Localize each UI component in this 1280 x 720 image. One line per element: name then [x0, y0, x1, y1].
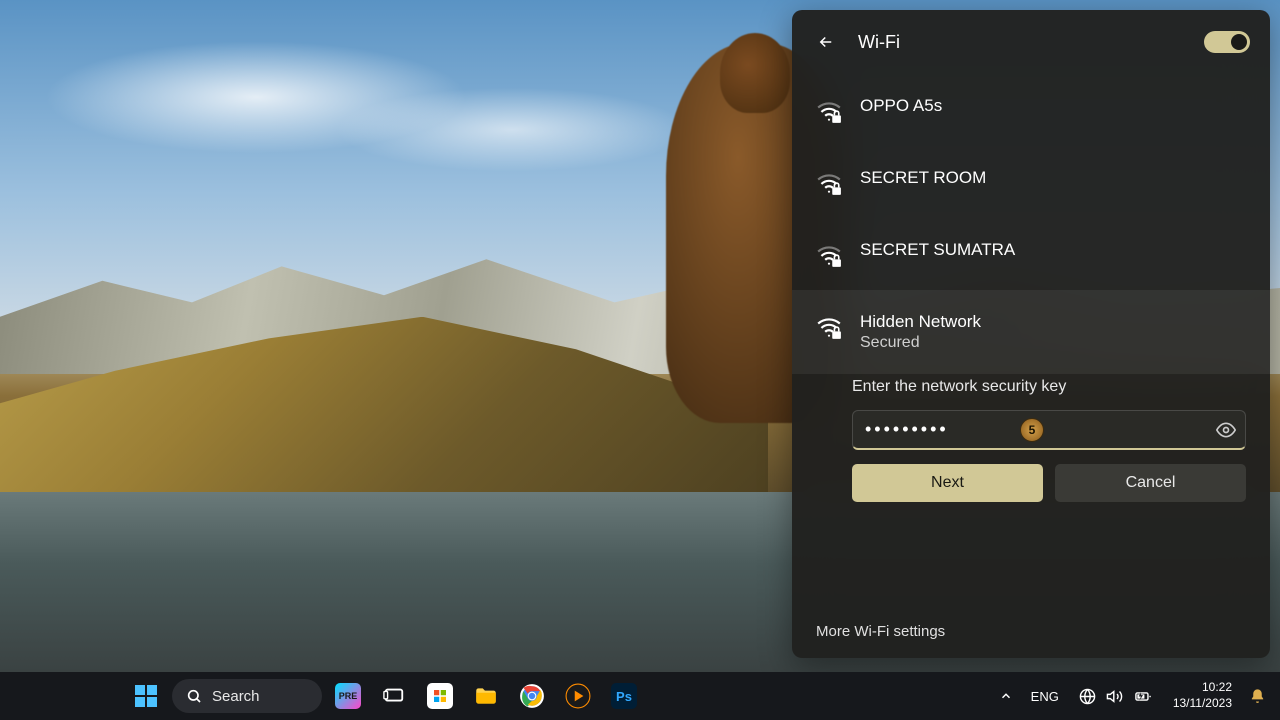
network-name: Hidden Network [860, 312, 981, 332]
taskview-icon [383, 685, 405, 707]
notifications-button[interactable] [1242, 676, 1272, 716]
taskbar-app-taskview[interactable] [374, 676, 414, 716]
next-button[interactable]: Next [852, 464, 1043, 502]
system-tray-group[interactable] [1069, 676, 1163, 716]
network-item[interactable]: OPPO A5s [792, 74, 1270, 146]
search-label: Search [212, 688, 260, 705]
back-button[interactable] [812, 28, 840, 56]
eye-icon [1216, 420, 1236, 440]
start-button[interactable] [126, 676, 166, 716]
taskbar: Search PRE Ps [0, 672, 1280, 720]
taskbar-app-media[interactable] [558, 676, 598, 716]
network-list: OPPO A5s SECRET ROOM SECRET SUMATRA [792, 74, 1270, 374]
taskbar-right: ENG 10:22 13/11/2023 [991, 676, 1272, 716]
taskbar-app-premiere[interactable]: PRE [328, 676, 368, 716]
folder-icon [473, 683, 499, 709]
password-input[interactable] [852, 410, 1246, 450]
wifi-title: Wi-Fi [858, 32, 1186, 53]
button-row: Next Cancel [852, 464, 1246, 502]
taskbar-app-chrome[interactable] [512, 676, 552, 716]
cancel-button[interactable]: Cancel [1055, 464, 1246, 502]
network-icon [1079, 688, 1096, 705]
play-icon [565, 683, 591, 709]
clock-date-text: 13/11/2023 [1173, 696, 1232, 712]
tray-overflow-button[interactable] [991, 676, 1021, 716]
search-button[interactable]: Search [172, 679, 322, 713]
chrome-icon [519, 683, 545, 709]
bell-icon [1249, 688, 1266, 705]
taskbar-app-photoshop[interactable]: Ps [604, 676, 644, 716]
network-name: SECRET ROOM [860, 168, 986, 188]
network-item[interactable]: SECRET SUMATRA [792, 218, 1270, 290]
more-wifi-settings-link[interactable]: More Wi-Fi settings [792, 605, 1270, 658]
wifi-secured-icon [816, 314, 842, 340]
network-name: OPPO A5s [860, 96, 942, 116]
show-password-button[interactable] [1216, 420, 1236, 440]
language-indicator[interactable]: ENG [1023, 676, 1067, 716]
clock-time: 10:22 [1202, 680, 1232, 696]
taskbar-left: Search PRE Ps [126, 676, 644, 716]
arrow-left-icon [817, 33, 835, 51]
battery-icon [1133, 688, 1153, 705]
wifi-secured-icon [816, 242, 842, 268]
network-item[interactable]: SECRET ROOM [792, 146, 1270, 218]
taskbar-app-msstore[interactable] [420, 676, 460, 716]
photoshop-icon: Ps [611, 683, 637, 709]
premiere-icon: PRE [335, 683, 361, 709]
wifi-secured-icon [816, 98, 842, 124]
volume-icon [1106, 688, 1123, 705]
wifi-panel: Wi-Fi OPPO A5s SECRET ROOM SECRET SU [792, 10, 1270, 658]
taskbar-app-explorer[interactable] [466, 676, 506, 716]
password-field-wrap: 5 [852, 410, 1246, 450]
wifi-header: Wi-Fi [792, 10, 1270, 74]
network-item-active[interactable]: Hidden Network Secured [792, 290, 1270, 374]
wifi-secured-icon [816, 170, 842, 196]
desktop: Socbar.COM Wi-Fi OPPO A5s SECRET ROOM [0, 0, 1280, 720]
clock-date[interactable]: 10:22 13/11/2023 [1165, 680, 1240, 711]
msstore-icon [427, 683, 453, 709]
wifi-toggle[interactable] [1204, 31, 1250, 53]
network-name: SECRET SUMATRA [860, 240, 1015, 260]
search-icon [186, 688, 202, 704]
network-status: Secured [860, 334, 981, 352]
cursor-badge: 5 [1020, 418, 1044, 442]
chevron-up-icon [999, 689, 1013, 703]
connect-form: Enter the network security key 5 Next Ca… [792, 374, 1270, 526]
windows-logo-icon [135, 685, 157, 707]
security-key-label: Enter the network security key [852, 378, 1246, 396]
